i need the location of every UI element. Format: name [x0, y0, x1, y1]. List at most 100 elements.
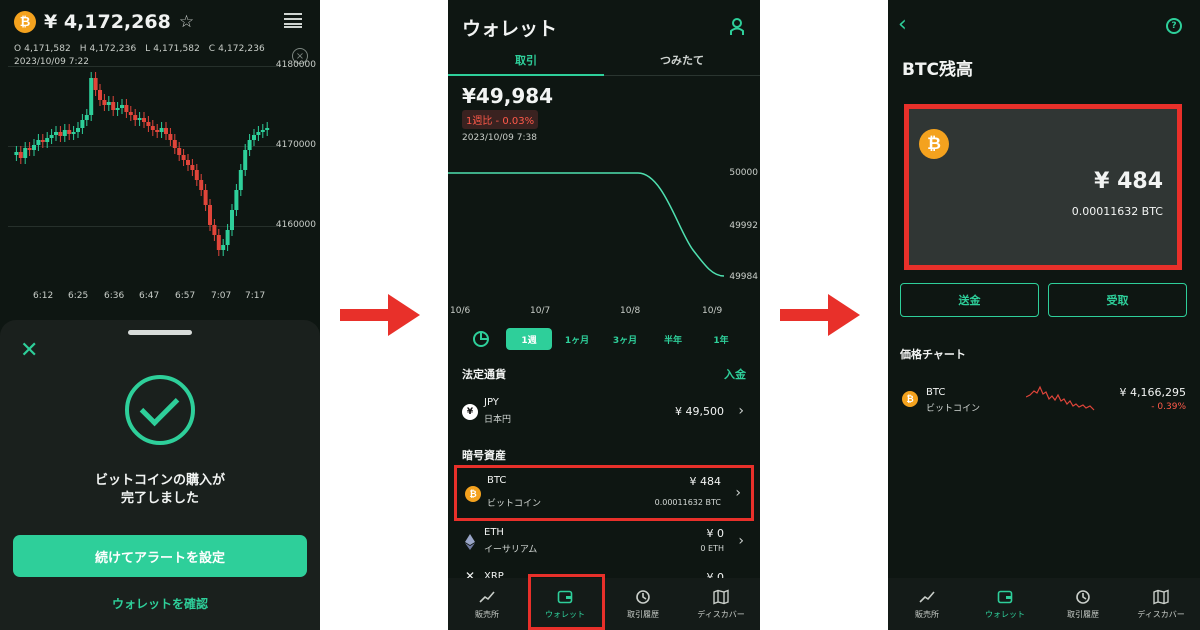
asset-amount: 0.00011632 BTC	[654, 498, 721, 507]
tab-trade[interactable]: 取引	[448, 46, 604, 76]
candle-body	[168, 134, 173, 140]
candle-body	[67, 130, 72, 134]
bitcoin-icon: ₿	[14, 11, 36, 33]
nav-exchange[interactable]: 販売所	[888, 578, 966, 630]
balance-chart	[448, 172, 725, 277]
asset-row-eth[interactable]: ETH イーサリアム ¥ 0 0 ETH ›	[454, 520, 754, 568]
candle-body	[32, 145, 36, 150]
check-wallet-link[interactable]: ウォレットを確認	[0, 595, 320, 612]
nav-exchange[interactable]: 販売所	[448, 578, 526, 630]
candle-body	[98, 90, 102, 100]
nav-wallet[interactable]: ウォレット	[966, 578, 1044, 630]
x-tick: 7:07	[211, 291, 232, 301]
ohlc-readout: O 4,171,582 H 4,172,236 L 4,171,582 C 4,…	[14, 44, 265, 54]
candle-body	[194, 170, 199, 180]
sheet-handle[interactable]	[128, 330, 192, 335]
nav-history[interactable]: 取引履歴	[604, 578, 682, 630]
period-1w[interactable]: 1週	[506, 328, 552, 350]
candle-body	[190, 165, 195, 170]
asset-row-jpy[interactable]: ¥ JPY 日本円 ¥ 49,500 ›	[454, 390, 754, 438]
nav-label: 取引履歴	[1067, 609, 1099, 619]
asset-name: ビットコイン	[487, 499, 542, 509]
balance-amount: ¥ 484	[1094, 169, 1163, 194]
success-check-icon	[125, 375, 195, 445]
period-1y[interactable]: 1年	[698, 328, 744, 350]
tab-savings[interactable]: つみたて	[604, 46, 760, 76]
wallet-nav-highlight	[528, 574, 605, 630]
set-alert-button[interactable]: 続けてアラートを設定	[13, 535, 307, 577]
candle-body	[208, 205, 212, 225]
nav-label: 販売所	[475, 609, 499, 619]
candle-body	[128, 112, 133, 115]
completion-message: ビットコインの購入が 完了しました	[0, 472, 320, 508]
nav-label: 取引履歴	[627, 609, 659, 619]
wallet-screen: ウォレット 取引 つみたて ¥49,984 1週比 - 0.03% 2023/1…	[448, 0, 760, 630]
candle-body	[102, 100, 107, 105]
candle-body	[62, 130, 67, 136]
candle-body	[256, 132, 261, 135]
asset-value: ¥ 49,500	[675, 405, 724, 418]
asset-symbol: BTC	[487, 475, 507, 486]
history-icon	[636, 589, 650, 604]
asset-row-btc[interactable]: ₿ BTC ビットコイン ¥ 484 0.00011632 BTC ›	[454, 465, 754, 521]
map-icon	[1153, 588, 1169, 605]
candle-body	[115, 108, 120, 110]
y-label: 50000	[729, 168, 758, 178]
period-1m[interactable]: 1ヶ月	[554, 328, 600, 350]
candle-body	[133, 115, 138, 120]
candle-body	[137, 118, 142, 120]
candle-body	[54, 132, 58, 135]
x-label: 10/9	[702, 306, 723, 316]
bottom-sheet: ✕ ビットコインの購入が 完了しました 続けてアラートを設定 ウォレットを確認	[0, 320, 320, 630]
candle-body	[45, 138, 50, 142]
yen-icon: ¥	[462, 404, 478, 420]
candle-body	[234, 190, 239, 210]
nav-history[interactable]: 取引履歴	[1044, 578, 1122, 630]
asset-name: ビットコイン	[926, 404, 981, 414]
menu-icon[interactable]	[284, 13, 302, 28]
price-change: - 0.39%	[1151, 402, 1186, 412]
candle-body	[27, 148, 32, 150]
nav-discover[interactable]: ディスカバー	[1122, 578, 1200, 630]
candle-body	[181, 155, 186, 160]
period-6m[interactable]: 半年	[650, 328, 696, 350]
candle-body	[164, 128, 168, 134]
y-label: 49984	[729, 272, 758, 282]
chevron-right-icon: ›	[738, 403, 744, 419]
candle-body	[265, 128, 270, 130]
candle-body	[155, 130, 160, 132]
favorite-star-icon[interactable]: ☆	[179, 12, 194, 32]
candle-body	[14, 152, 19, 155]
candle-body	[225, 230, 230, 245]
asset-value: ¥ 484	[689, 475, 722, 488]
arrow-right-icon	[340, 294, 420, 336]
bitcoin-icon: ₿	[902, 391, 918, 407]
nav-discover[interactable]: ディスカバー	[682, 578, 760, 630]
candlestick-chart	[14, 72, 270, 256]
history-icon	[1076, 589, 1090, 604]
asset-name: 日本円	[484, 415, 512, 425]
period-3m[interactable]: 3ヶ月	[602, 328, 648, 350]
page-title: ウォレット	[462, 18, 558, 40]
account-icon[interactable]	[730, 18, 744, 36]
pie-chart-icon[interactable]	[472, 330, 490, 348]
send-button[interactable]: 送金	[900, 283, 1039, 317]
close-icon[interactable]: ✕	[20, 340, 38, 362]
asset-symbol: ETH	[484, 527, 504, 538]
candle-body	[203, 190, 208, 205]
candle-body	[221, 245, 226, 250]
receive-button[interactable]: 受取	[1048, 283, 1187, 317]
wallet-tabs: 取引 つみたて	[448, 46, 760, 76]
candle-body	[159, 128, 164, 132]
candle-body	[93, 78, 98, 90]
chevron-right-icon: ›	[738, 533, 744, 549]
back-chevron-icon[interactable]: ‹	[898, 14, 907, 36]
deposit-link[interactable]: 入金	[724, 366, 746, 382]
current-price: ¥ 4,172,268	[44, 11, 171, 33]
y-tick: 4170000	[275, 140, 316, 150]
message-line: ビットコインの購入が	[94, 473, 225, 488]
candle-body	[172, 140, 177, 148]
help-icon[interactable]: ?	[1166, 18, 1182, 34]
y-tick: 4180000	[275, 60, 316, 70]
balance-card: ₿ ¥ 484 0.00011632 BTC	[904, 104, 1182, 270]
